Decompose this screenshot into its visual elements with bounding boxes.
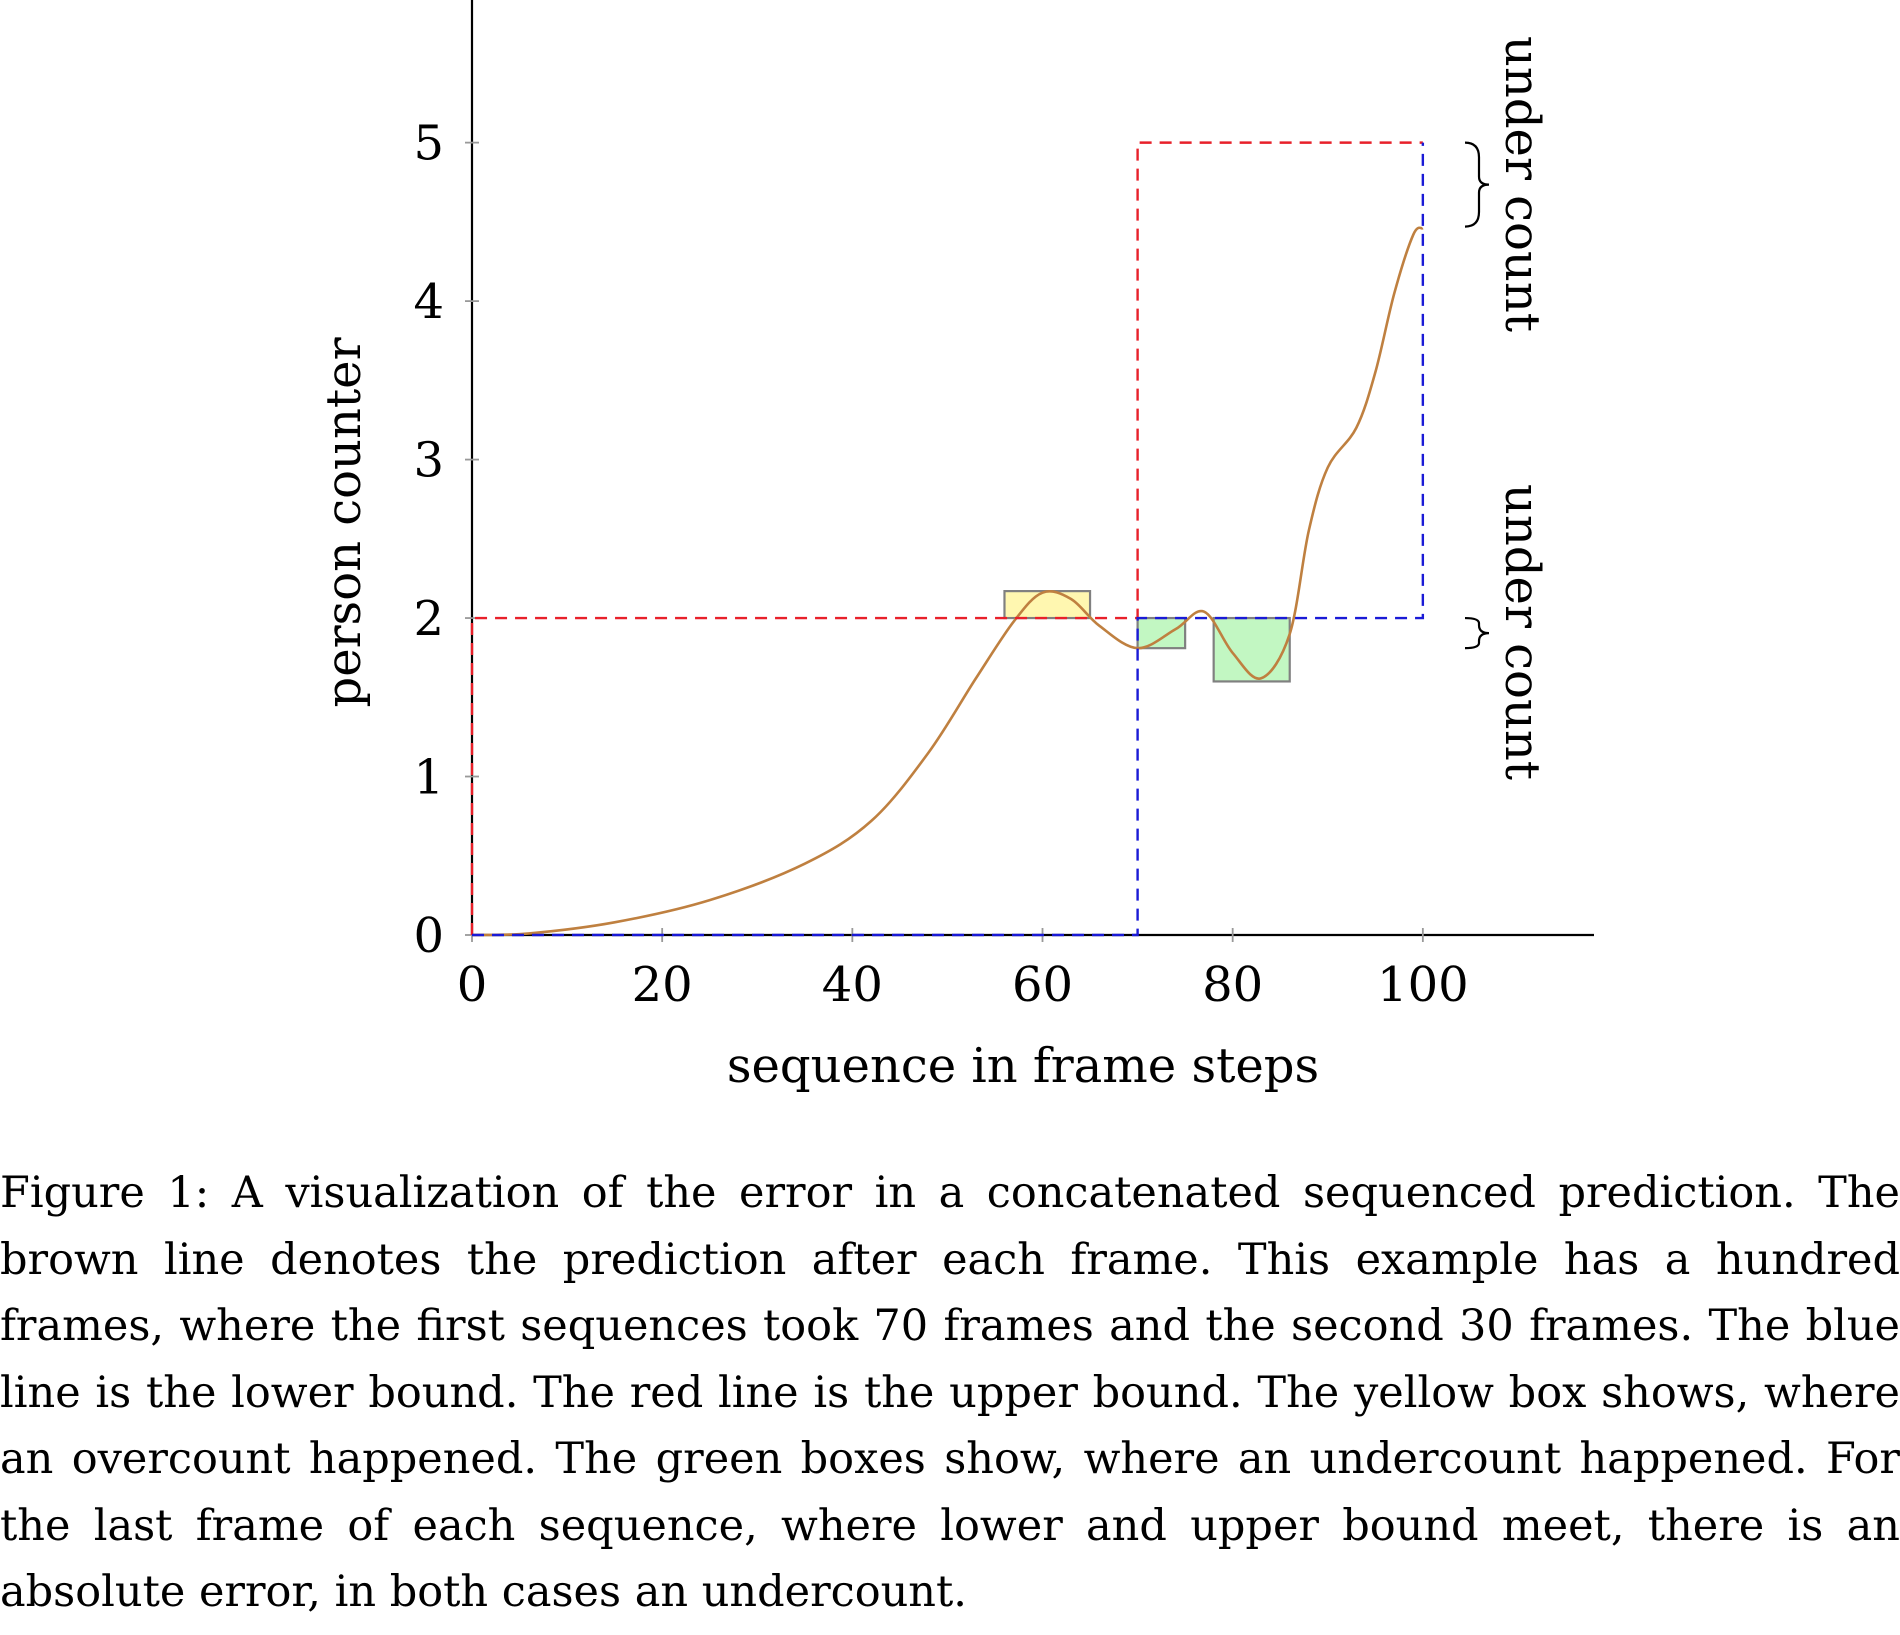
brace-annotations: under count under count — [1464, 36, 1550, 780]
x-tick-label: 100 — [1377, 957, 1469, 1013]
x-tick-label: 20 — [632, 957, 693, 1013]
tick-labels: 0 20 40 60 80 100 0 1 2 3 4 5 — [413, 116, 1468, 1013]
figure-caption: Figure 1: A visualization of the error i… — [0, 1168, 1900, 1617]
prediction-line — [471, 226, 1424, 937]
y-tick-label: 3 — [413, 433, 444, 489]
y-tick-label: 1 — [413, 750, 444, 806]
undercount-box-2 — [1212, 616, 1291, 683]
y-tick-label: 0 — [413, 908, 444, 964]
chart-figure: 0 20 40 60 80 100 0 1 2 3 4 5 sequence in frame ste… — [0, 0, 1900, 1120]
undercount-box-1 — [1136, 616, 1187, 650]
x-tick-label: 40 — [822, 957, 883, 1013]
series-lines — [470, 141, 1425, 937]
x-tick-label: 80 — [1202, 957, 1263, 1013]
x-axis-label: sequence in frame steps — [727, 1038, 1319, 1094]
y-axis-label: person counter — [316, 337, 372, 707]
brace-label-under-count: under count — [1494, 484, 1550, 780]
y-tick-label: 4 — [413, 274, 444, 330]
upper-bound-line — [470, 141, 1423, 935]
brace-label-under-count: under count — [1494, 36, 1550, 332]
chart-svg: 0 20 40 60 80 100 0 1 2 3 4 5 sequence in frame ste… — [316, 0, 1594, 1094]
axes — [465, 0, 1594, 942]
curly-brace-0 — [1464, 141, 1490, 228]
x-tick-label: 0 — [457, 957, 488, 1013]
lower-bound-line — [472, 142, 1425, 937]
y-tick-label: 2 — [413, 591, 444, 647]
y-tick-label: 5 — [413, 116, 444, 172]
curly-brace-1 — [1464, 616, 1490, 650]
x-tick-label: 60 — [1012, 957, 1073, 1013]
error-boxes — [1003, 590, 1291, 683]
